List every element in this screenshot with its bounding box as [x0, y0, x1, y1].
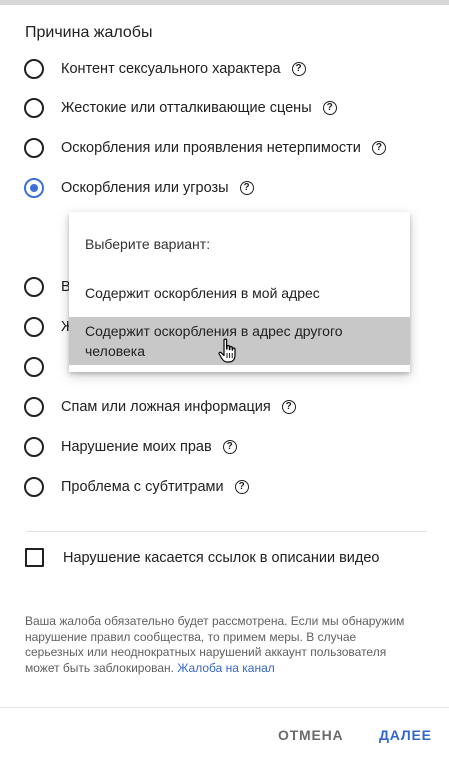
dropdown-prompt: Выберите вариант: — [85, 236, 211, 252]
help-icon[interactable]: ? — [291, 62, 306, 76]
option-label: Спам или ложная информация — [61, 399, 271, 415]
dropdown-item-self[interactable]: Содержит оскорбления в мой адрес — [69, 284, 410, 302]
help-icon[interactable]: ? — [222, 440, 237, 454]
radio-button[interactable] — [24, 477, 44, 497]
radio-button[interactable] — [24, 317, 44, 337]
next-button[interactable]: ДАЛЕЕ — [379, 727, 432, 743]
cancel-button[interactable]: ОТМЕНА — [278, 727, 343, 743]
subreason-dropdown: Выберите вариант: Содержит оскорбления в… — [69, 212, 410, 372]
option-partially-hidden-2[interactable]: Ж — [24, 315, 74, 339]
notice-text: Ваша жалоба обязательно будет рассмотрен… — [25, 614, 410, 676]
option-subtitles[interactable]: Проблема с субтитрами ? — [24, 475, 249, 499]
option-violent-content[interactable]: Жестокие или отталкивающие сцены ? — [24, 96, 337, 120]
radio-button[interactable] — [24, 59, 44, 79]
radio-button[interactable] — [24, 277, 44, 297]
option-label: Оскорбления или проявления нетерпимости — [61, 140, 361, 156]
radio-button[interactable] — [24, 98, 44, 118]
option-label: Проблема с субтитрами — [61, 479, 224, 495]
report-dialog: Причина жалобы Контент сексуального хара… — [0, 0, 449, 768]
links-checkbox[interactable] — [25, 548, 44, 567]
option-label: Контент сексуального характера — [61, 61, 281, 77]
option-sexual-content[interactable]: Контент сексуального характера ? — [24, 57, 306, 81]
radio-button[interactable] — [24, 437, 44, 457]
option-label: Жестокие или отталкивающие сцены — [61, 100, 312, 116]
option-hate-speech[interactable]: Оскорбления или проявления нетерпимости … — [24, 136, 386, 160]
hand-pointer-icon — [218, 338, 236, 363]
help-icon[interactable]: ? — [234, 480, 249, 494]
radio-button[interactable] — [24, 397, 44, 417]
checkbox-label: Нарушение касается ссылок в описании вид… — [63, 549, 380, 566]
help-icon[interactable]: ? — [371, 141, 386, 155]
help-icon[interactable]: ? — [322, 101, 337, 115]
option-label: Оскорбления или угрозы — [61, 180, 229, 196]
section-divider — [26, 531, 427, 532]
help-icon[interactable]: ? — [281, 400, 296, 414]
help-icon[interactable]: ? — [239, 181, 254, 195]
dialog-title: Причина жалобы — [25, 24, 153, 41]
footer-divider — [0, 707, 449, 708]
option-partially-hidden-1[interactable]: В — [24, 275, 71, 299]
option-label: Нарушение моих прав — [61, 439, 212, 455]
links-checkbox-row[interactable]: Нарушение касается ссылок в описании вид… — [25, 548, 380, 567]
top-edge — [0, 0, 449, 5]
option-hidden-3[interactable] — [24, 355, 61, 379]
option-rights-violation[interactable]: Нарушение моих прав ? — [24, 435, 237, 459]
report-channel-link[interactable]: Жалоба на канал — [177, 661, 274, 675]
radio-button[interactable] — [24, 357, 44, 377]
dropdown-item-other-person[interactable]: Содержит оскорбления в адрес другого чел… — [69, 317, 410, 365]
radio-button[interactable] — [24, 138, 44, 158]
option-spam[interactable]: Спам или ложная информация ? — [24, 395, 296, 419]
radio-button-selected[interactable] — [24, 178, 44, 198]
option-harassment[interactable]: Оскорбления или угрозы ? — [24, 176, 254, 200]
